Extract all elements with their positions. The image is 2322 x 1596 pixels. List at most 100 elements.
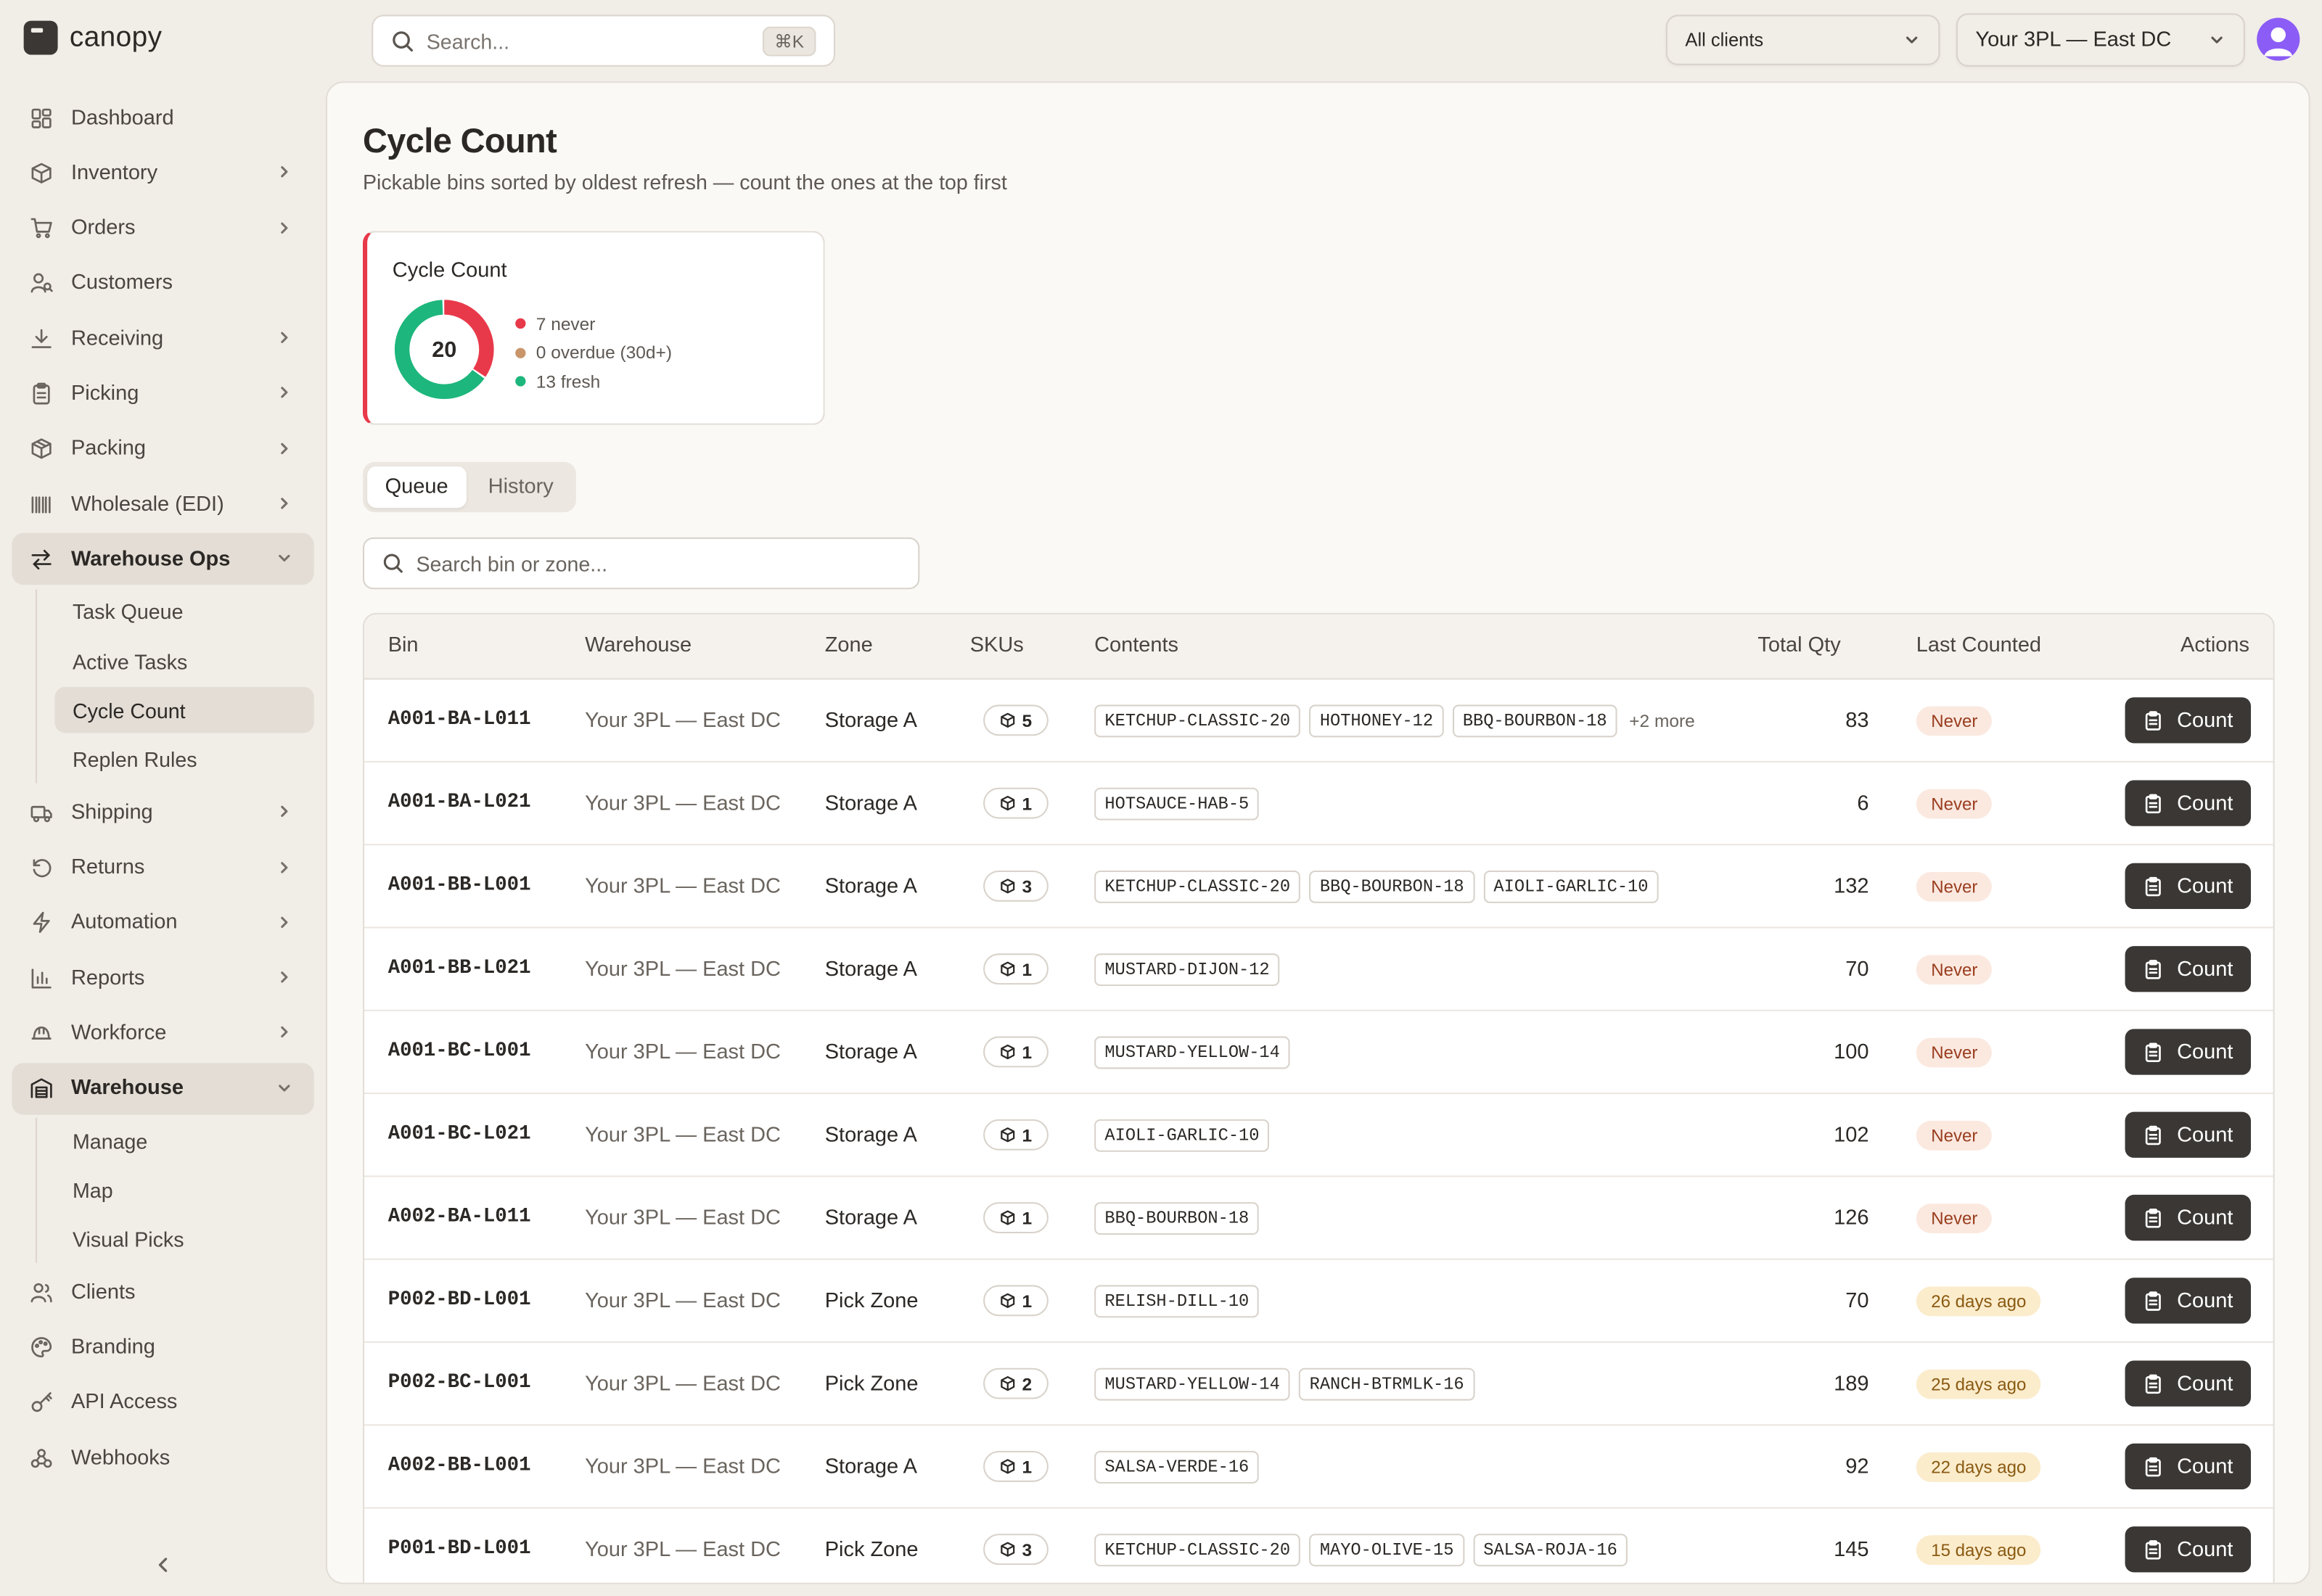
sidebar-subitem-active-tasks[interactable]: Active Tasks — [55, 638, 314, 684]
sku-chip: RELISH-DILL-10 — [1094, 1285, 1260, 1318]
count-button[interactable]: Count — [2125, 946, 2252, 992]
sidebar-item-returns[interactable]: Returns — [12, 842, 313, 893]
bin-code: A001-BB-L021 — [387, 958, 531, 981]
sidebar-item-receiving[interactable]: Receiving — [12, 313, 313, 364]
sidebar-item-branding[interactable]: Branding — [12, 1321, 313, 1373]
header-bin[interactable]: Bin — [388, 633, 419, 657]
header-skus[interactable]: SKUs — [970, 633, 1024, 657]
header-warehouse[interactable]: Warehouse — [585, 633, 692, 657]
table-row[interactable]: A001-BA-L021 Your 3PL — East DC Storage A 1… — [364, 762, 2273, 846]
submenu-warehouse: Manage Map Visual Picks — [35, 1117, 314, 1263]
client-select[interactable]: All clients — [1665, 15, 1940, 65]
last-counted-badge: Never — [1916, 1037, 1993, 1068]
sidebar-item-warehouse[interactable]: Warehouse — [12, 1062, 314, 1115]
count-button-label: Count — [2177, 708, 2233, 733]
summary-title: Cycle Count — [392, 259, 507, 283]
sidebar-subitem-task-queue[interactable]: Task Queue — [55, 589, 314, 635]
sidebar-item-customers[interactable]: Customers — [12, 258, 313, 309]
header-total-qty[interactable]: Total Qty — [1757, 633, 1840, 657]
tab-queue[interactable]: Queue — [367, 466, 467, 508]
table-row[interactable]: A001-BA-L011 Your 3PL — East DC Storage A 5… — [364, 680, 2273, 763]
table-row[interactable]: A001-BC-L021 Your 3PL — East DC Storage A 1… — [364, 1094, 2273, 1177]
global-search[interactable]: Search... ⌘K — [372, 15, 836, 67]
collapse-sidebar-icon[interactable] — [152, 1555, 173, 1576]
total-qty: 70 — [1845, 958, 1869, 982]
legend-overdue-label: 0 overdue (30d+) — [536, 342, 672, 363]
sidebar-subitem-replen-rules[interactable]: Replen Rules — [55, 737, 314, 783]
header-zone[interactable]: Zone — [825, 633, 873, 657]
table-row[interactable]: P002-BD-L001 Your 3PL — East DC Pick Zone 1… — [364, 1260, 2273, 1344]
sidebar-subitem-manage[interactable]: Manage — [55, 1118, 314, 1164]
sidebar-item-label: Webhooks — [70, 1446, 171, 1470]
sidebar-item-workforce[interactable]: Workforce — [12, 1008, 313, 1059]
sku-count: 1 — [1022, 1041, 1033, 1063]
swap-icon — [30, 548, 54, 572]
table-row[interactable]: A001-BB-L021 Your 3PL — East DC Storage A 1… — [364, 929, 2273, 1011]
sidebar-item-dashboard[interactable]: Dashboard — [12, 92, 313, 144]
sidebar-item-inventory[interactable]: Inventory — [12, 147, 313, 199]
clipboard-icon — [2143, 1207, 2164, 1228]
sidebar-item-picking[interactable]: Picking — [12, 368, 313, 419]
header-last-counted[interactable]: Last Counted — [1916, 633, 2041, 657]
last-counted-badge: 25 days ago — [1916, 1369, 2041, 1399]
table-row[interactable]: A001-BB-L001 Your 3PL — East DC Storage A 3… — [364, 845, 2273, 929]
sidebar-item-automation[interactable]: Automation — [12, 897, 313, 948]
table-row[interactable]: P002-BC-L001 Your 3PL — East DC Pick Zone 2… — [364, 1343, 2273, 1426]
count-button[interactable]: Count — [2125, 1029, 2252, 1075]
sidebar-item-label: Clients — [70, 1280, 136, 1304]
contents-list: HOTSAUCE-HAB-5 — [1094, 787, 1260, 820]
sidebar-item-clients[interactable]: Clients — [12, 1266, 313, 1317]
more-skus-link[interactable]: +2 more — [1629, 711, 1695, 732]
user-avatar[interactable] — [2257, 17, 2300, 61]
sidebar-item-label: Receiving — [70, 326, 164, 351]
count-button[interactable]: Count — [2125, 1278, 2252, 1324]
bin-search[interactable] — [362, 537, 920, 590]
sidebar-subitem-cycle-count[interactable]: Cycle Count — [54, 687, 314, 734]
legend-never-label: 7 never — [536, 313, 596, 334]
sidebar-subitem-visual-picks[interactable]: Visual Picks — [55, 1217, 314, 1262]
header-contents[interactable]: Contents — [1094, 633, 1178, 657]
sidebar-item-wholesale-edi[interactable]: Wholesale (EDI) — [12, 478, 313, 530]
sidebar-subitem-map[interactable]: Map — [55, 1167, 314, 1213]
count-button[interactable]: Count — [2125, 1526, 2252, 1573]
sidebar-item-api-access[interactable]: API Access — [12, 1376, 313, 1428]
sku-chip: BBQ-BOURBON-18 — [1452, 704, 1617, 738]
cube-icon — [1000, 1375, 1016, 1391]
never-dot — [515, 318, 526, 329]
logo[interactable]: canopy — [23, 20, 163, 55]
sidebar-item-shipping[interactable]: Shipping — [12, 786, 313, 838]
sidebar-item-warehouse-ops[interactable]: Warehouse Ops — [12, 533, 314, 585]
count-button[interactable]: Count — [2125, 780, 2252, 826]
user-icon — [2264, 27, 2293, 57]
table-row[interactable]: A002-BA-L011 Your 3PL — East DC Storage A 1… — [364, 1177, 2273, 1260]
sidebar-item-orders[interactable]: Orders — [12, 202, 313, 254]
last-counted-badge: Never — [1916, 706, 1993, 736]
sku-chip: MAYO-OLIVE-15 — [1309, 1534, 1464, 1567]
count-button[interactable]: Count — [2125, 1360, 2252, 1407]
bin-search-input[interactable] — [416, 551, 901, 575]
count-button[interactable]: Count — [2125, 697, 2252, 744]
sidebar-item-label: Automation — [70, 910, 178, 935]
sku-chip: MUSTARD-DIJON-12 — [1094, 953, 1280, 987]
contents-list: KETCHUP-CLASSIC-20 HOTHONEY-12 BBQ-BOURBON… — [1094, 704, 1695, 738]
warehouse-name: Your 3PL — East DC — [585, 1040, 781, 1065]
bolt-icon — [30, 911, 54, 935]
sidebar-item-packing[interactable]: Packing — [12, 423, 313, 474]
warehouse-name: Your 3PL — East DC — [585, 875, 781, 899]
chevron-right-icon — [276, 858, 293, 876]
table-row[interactable]: P001-BD-L001 Your 3PL — East DC Pick Zone 3… — [364, 1509, 2273, 1583]
sidebar-item-reports[interactable]: Reports — [12, 952, 313, 1003]
sku-count-badge: 1 — [983, 787, 1049, 819]
warehouse-select[interactable]: Your 3PL — East DC — [1956, 13, 2245, 67]
count-button[interactable]: Count — [2125, 863, 2252, 910]
sidebar-item-webhooks[interactable]: Webhooks — [12, 1432, 313, 1484]
bin-code: A001-BC-L001 — [387, 1040, 531, 1064]
table-row[interactable]: A001-BC-L001 Your 3PL — East DC Storage A 1… — [364, 1011, 2273, 1095]
count-button[interactable]: Count — [2125, 1111, 2252, 1158]
tab-history[interactable]: History — [470, 466, 571, 508]
sku-chip: AIOLI-GARLIC-10 — [1094, 1119, 1270, 1152]
header-actions: Actions — [2181, 633, 2249, 658]
count-button[interactable]: Count — [2125, 1194, 2252, 1241]
count-button[interactable]: Count — [2125, 1443, 2252, 1490]
table-row[interactable]: A002-BB-L001 Your 3PL — East DC Storage A 1… — [364, 1426, 2273, 1509]
